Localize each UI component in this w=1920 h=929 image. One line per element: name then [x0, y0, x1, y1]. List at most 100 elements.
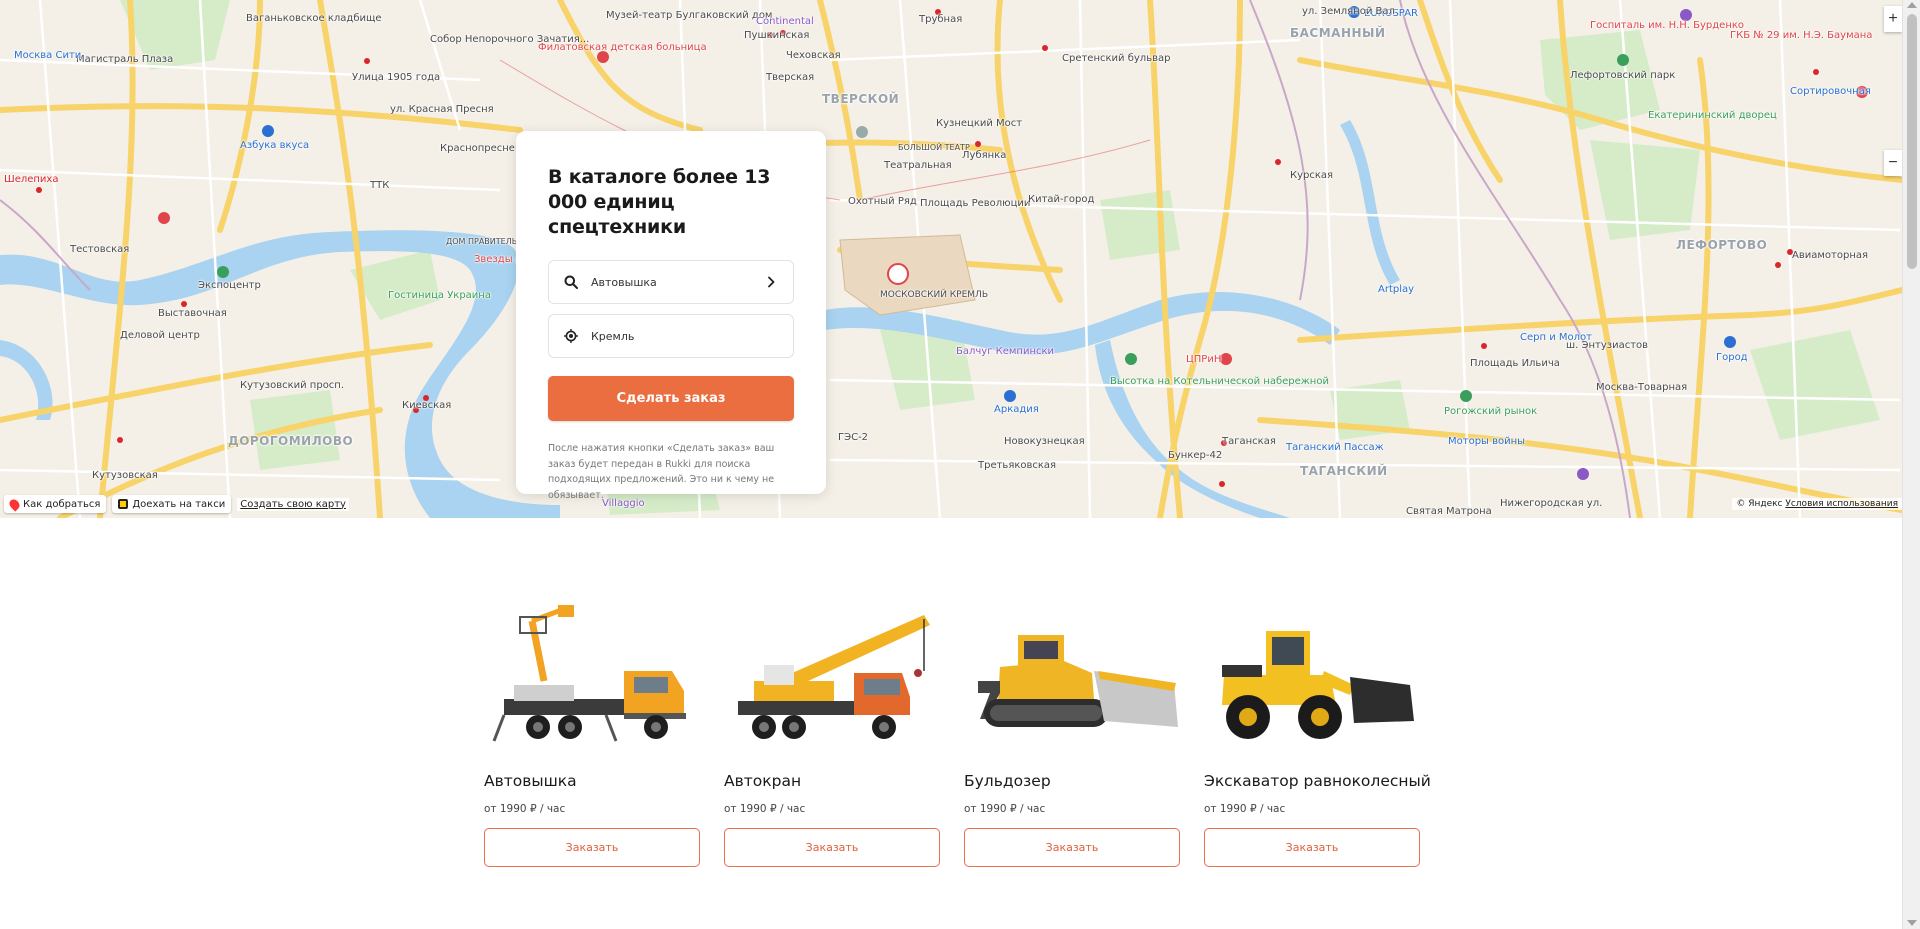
map-label: Continental — [756, 16, 814, 27]
map-label: ТАГАНСКИЙ — [1300, 464, 1388, 478]
route-button[interactable]: Как добраться — [4, 495, 107, 513]
order-button[interactable]: Заказать — [1204, 828, 1420, 867]
map-label: Магистраль Плаза — [76, 54, 174, 65]
truck-crane-image[interactable] — [724, 596, 940, 751]
map-label: Авиамоторная — [1792, 250, 1868, 261]
taxi-icon — [118, 499, 129, 509]
map-label: Лефортовский парк — [1570, 70, 1676, 81]
map-label: Аркадия — [994, 404, 1039, 415]
map-label: Деловой центр — [120, 330, 200, 341]
map-pin-icon — [7, 496, 22, 512]
map-label: ДОРОГОМИЛОВО — [228, 434, 354, 448]
map-label: Тверская — [766, 72, 815, 83]
route-label: Как добраться — [23, 498, 101, 510]
map-label: ГЭС-2 — [838, 432, 869, 443]
map-label: Балчуг Кемпински — [956, 346, 1055, 357]
taxi-label: Доехать на такси — [132, 498, 226, 510]
map-label: Сортировочная — [1790, 86, 1871, 97]
catalog-card-title: Экскаватор равноколесный — [1204, 772, 1431, 790]
map-label: Третьяковская — [978, 460, 1057, 471]
catalog-card-price: от 1990 ₽ / час — [724, 803, 806, 815]
zoom-out-button[interactable]: − — [1884, 150, 1902, 176]
page: Ваганьковское кладбище Собор Непорочного… — [0, 0, 1920, 929]
scroll-up-icon[interactable] — [1907, 2, 1917, 8]
order-button[interactable]: Заказать — [964, 828, 1180, 867]
map-label: ЦПРиН — [1186, 354, 1222, 365]
map-label: Высотка на Котельнической набережной — [1110, 376, 1329, 387]
map-label: Кутузовский просп. — [240, 380, 345, 391]
map-label: Тестовская — [70, 244, 130, 255]
map-label: Город — [1716, 352, 1748, 363]
map-label: Филатовская детская больница — [538, 42, 707, 53]
scroll-down-icon[interactable] — [1907, 920, 1917, 926]
map-label: Китай-город — [1028, 194, 1095, 205]
map-label: Ваганьковское кладбище — [246, 13, 382, 24]
map-label: Моторы войны — [1448, 436, 1526, 447]
map-copyright: © Яндекс Условия использования — [1732, 498, 1902, 510]
bulldozer-image[interactable] — [964, 596, 1180, 751]
catalog-card-title: Автокран — [724, 772, 802, 790]
location-field[interactable] — [548, 314, 794, 358]
location-target-icon — [563, 328, 579, 344]
map-label: Artplay — [1378, 284, 1415, 295]
catalog-card-price: от 1990 ₽ / час — [964, 803, 1046, 815]
aerial-platform-truck-image[interactable] — [484, 596, 700, 751]
order-card: В каталоге более 13 000 единиц спецтехни… — [516, 131, 826, 501]
map-label: Музей-театр Булгаковский дом — [606, 10, 773, 21]
wheel-loader-image[interactable] — [1204, 596, 1420, 751]
map-label: Чеховская — [786, 50, 841, 61]
location-input[interactable] — [591, 329, 779, 343]
map-label: Охотный Ряд — [848, 196, 917, 207]
map-label: Таганский Пассаж — [1286, 442, 1384, 453]
map-label: Таганская — [1222, 436, 1276, 447]
map-label: Москва Сити — [14, 50, 82, 61]
create-map-link[interactable]: Создать свою карту — [237, 497, 349, 511]
catalog-card-price: от 1990 ₽ / час — [1204, 803, 1286, 815]
catalog-card-title: Автовышка — [484, 772, 577, 790]
search-icon — [563, 274, 579, 290]
map-label: Шелепиха — [4, 174, 59, 185]
map-label: ш. Энтузиастов — [1566, 340, 1649, 351]
equipment-search-input[interactable] — [591, 275, 763, 289]
order-button[interactable]: Заказать — [724, 828, 940, 867]
map-label: ТВЕРСКОЙ — [822, 92, 900, 106]
equipment-search-field[interactable] — [548, 260, 794, 304]
map-label: ул. Земляной Вал — [1302, 6, 1395, 17]
map-bottom-controls: Как добраться Доехать на такси Создать с… — [4, 495, 349, 513]
map-label: ТТК — [370, 180, 390, 191]
order-button[interactable]: Заказать — [484, 828, 700, 867]
map-label: БОЛЬШОЙ ТЕАТР — [898, 143, 970, 152]
chevron-right-icon[interactable] — [763, 274, 779, 290]
catalog-card: Автовышка от 1990 ₽ / час Заказать — [484, 596, 700, 867]
map[interactable]: Ваганьковское кладбище Собор Непорочного… — [0, 0, 1902, 518]
map-label: Экспоцентр — [198, 280, 261, 291]
map-label: ЛЕФОРТОВО — [1676, 238, 1768, 252]
map-label: БАСМАННЫЙ — [1290, 26, 1386, 40]
catalog-card: Бульдозер от 1990 ₽ / час Заказать — [964, 596, 1180, 867]
map-label: Кутузовская — [92, 470, 158, 481]
terms-link[interactable]: Условия использования — [1785, 499, 1898, 509]
map-label: Площадь Революции — [920, 198, 1031, 209]
taxi-button[interactable]: Доехать на такси — [112, 495, 232, 513]
map-label: Сретенский бульвар — [1062, 53, 1171, 64]
catalog-card-title: Бульдозер — [964, 772, 1051, 790]
map-label: Рогожский рынок — [1444, 406, 1538, 417]
submit-order-button[interactable]: Сделать заказ — [548, 376, 794, 421]
zoom-in-button[interactable]: + — [1884, 6, 1902, 32]
map-label: Улица 1905 года — [352, 72, 441, 83]
map-label: ГКБ № 29 им. Н.Э. Баумана — [1730, 30, 1873, 41]
map-label: Киевская — [402, 400, 452, 411]
map-label: Курская — [1290, 170, 1334, 181]
map-label: ул. Красная Пресня — [390, 104, 494, 115]
map-label: Выставочная — [158, 308, 227, 319]
map-label: Бункер-42 — [1168, 450, 1223, 461]
page-scrollbar[interactable] — [1902, 0, 1920, 929]
map-label: Нижегородская ул. — [1500, 498, 1603, 509]
map-label: Гостиница Украина — [388, 290, 491, 301]
map-label: Азбука вкуса — [240, 140, 310, 151]
map-label: Кузнецкий Мост — [936, 118, 1023, 129]
map-label: Новокузнецкая — [1004, 436, 1085, 447]
map-label: Площадь Ильича — [1470, 358, 1560, 369]
scrollbar-thumb[interactable] — [1907, 14, 1917, 269]
map-label: Святая Матрона — [1406, 506, 1492, 517]
